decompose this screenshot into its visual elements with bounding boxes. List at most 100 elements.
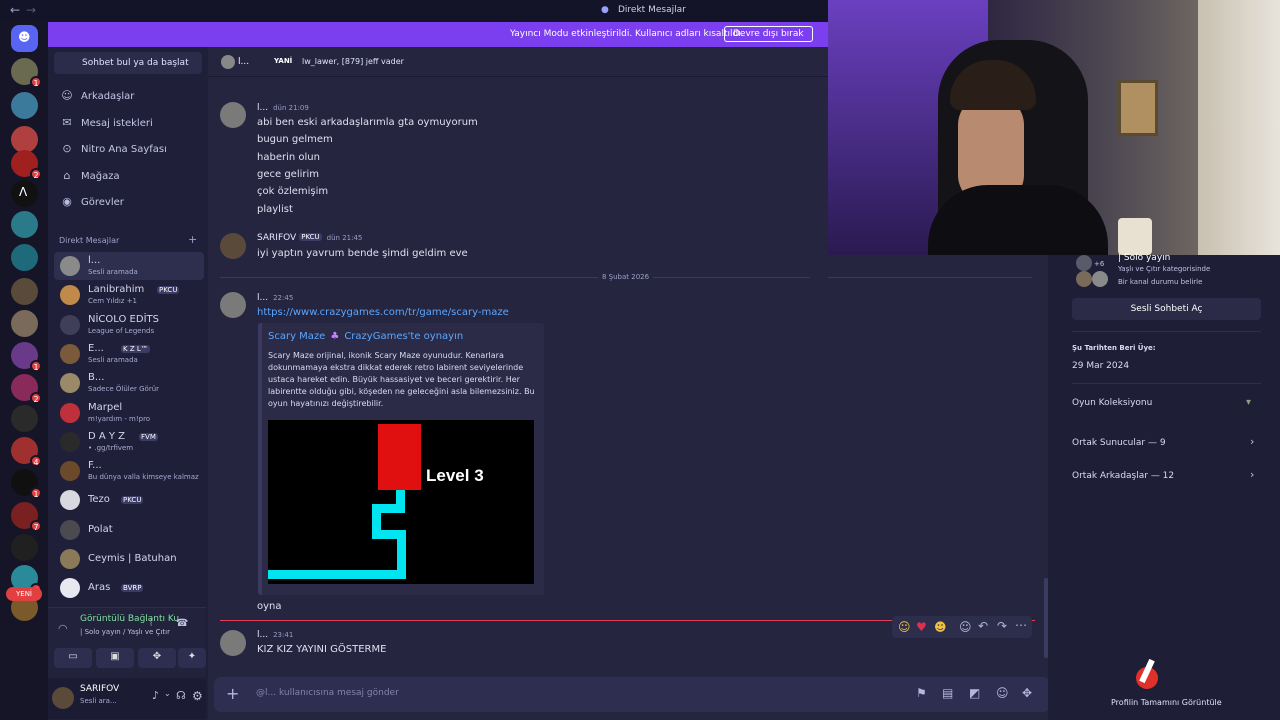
chevron-down-icon[interactable]: ⌄: [164, 689, 171, 698]
more-icon[interactable]: ⋯: [1015, 618, 1027, 632]
channel-status-note[interactable]: Bir kanal durumu belirle: [1118, 278, 1202, 286]
dm-status: m!yardım - m!pro: [88, 415, 151, 423]
home-discord-icon[interactable]: ☻: [11, 25, 38, 52]
apps-icon[interactable]: ✥: [1022, 686, 1032, 700]
composer-area: + @l... kullanıcısına mesaj gönder ⚑ ▤ ◩…: [208, 673, 1050, 720]
camera-off-icon[interactable]: ▭: [54, 648, 92, 668]
message-input[interactable]: @l... kullanıcısına mesaj gönder: [256, 688, 399, 698]
gift-icon[interactable]: ⚑: [916, 686, 927, 700]
maze-red-block: [378, 424, 421, 490]
avatar: [60, 285, 80, 305]
soundboard-icon[interactable]: ✦: [178, 648, 206, 668]
avatar[interactable]: [220, 102, 246, 128]
disconnect-icon[interactable]: ☎: [176, 618, 188, 629]
create-dm-plus-icon[interactable]: +: [188, 233, 197, 246]
game-collection[interactable]: Oyun Koleksiyonu: [1072, 398, 1152, 408]
activity-title: | Solo yayın: [1118, 253, 1171, 263]
user-panel: SARIFOV Sesli ara... ♪ ⌄ ☊ ⚙: [48, 679, 206, 719]
server-icon[interactable]: [11, 405, 38, 432]
embed-image-text: Level 3: [426, 466, 484, 485]
server-icon[interactable]: [11, 534, 38, 561]
dm-status: Cem Yıldız +1: [88, 297, 138, 305]
server-icon[interactable]: 2: [11, 374, 42, 404]
server-icon[interactable]: 7: [11, 502, 42, 532]
dm-name: F...: [88, 460, 102, 471]
gif-icon[interactable]: ▤: [942, 686, 953, 700]
voice-activity-icon[interactable]: ⦚: [150, 618, 152, 629]
dm-item[interactable]: NİCOLO EDİTS League of Legends: [54, 311, 204, 339]
emoji-icon[interactable]: ☺: [996, 686, 1009, 700]
dm-item[interactable]: Marpel m!yardım - m!pro: [54, 399, 204, 427]
smile-emoji-icon[interactable]: ☻: [934, 620, 947, 634]
open-voice-chat-button[interactable]: Sesli Sohbeti Aç: [1072, 298, 1261, 320]
reply-icon[interactable]: ↶: [978, 619, 988, 633]
mutual-friends[interactable]: Ortak Arkadaşlar — 12: [1072, 471, 1174, 481]
dm-item[interactable]: Polat: [54, 516, 204, 544]
avatar: [60, 461, 80, 481]
server-icon[interactable]: [11, 126, 38, 153]
server-icon[interactable]: [11, 310, 38, 337]
dm-name: Polat: [88, 524, 113, 535]
dm-item[interactable]: l... Sesli aramada: [54, 252, 204, 280]
nav-nitro[interactable]: ⊙ Nitro Ana Sayfası: [54, 138, 202, 162]
embed-title[interactable]: Scary Maze ♣ CrazyGames'te oynayın: [268, 331, 463, 342]
member-since-date: 29 Mar 2024: [1072, 361, 1130, 371]
nav-message-requests[interactable]: ✉ Mesaj istekleri: [54, 112, 202, 136]
dm-item[interactable]: Lanibrahim PKCU Cem Yıldız +1: [54, 281, 204, 309]
server-icon[interactable]: [11, 92, 38, 119]
view-full-profile-link[interactable]: Profilin Tamamını Görüntüle: [1111, 698, 1222, 707]
avatar[interactable]: [220, 233, 246, 259]
microphone-icon[interactable]: ♪: [152, 689, 159, 702]
server-icon[interactable]: 4: [11, 437, 42, 467]
guild-tag: K Z L™: [121, 345, 150, 353]
sticker-icon[interactable]: ◩: [969, 686, 980, 700]
avatar[interactable]: [220, 630, 246, 656]
dm-item[interactable]: F... Bu dünya valla kimseye kalmaz: [54, 457, 204, 485]
chevron-right-icon[interactable]: ›: [1250, 435, 1254, 448]
dm-search-input[interactable]: Sohbet bul ya da başlat: [54, 52, 202, 74]
nav-quests[interactable]: ◉ Görevler: [54, 191, 202, 215]
plus-count: +6: [1094, 260, 1105, 268]
activities-icon[interactable]: ✥: [138, 648, 176, 668]
avatar[interactable]: [52, 687, 74, 709]
message-link[interactable]: https://www.crazygames.com/tr/game/scary…: [257, 307, 509, 318]
back-arrow-icon[interactable]: ←: [10, 3, 20, 17]
screen-share-icon[interactable]: ▣: [96, 648, 134, 668]
nav-friends[interactable]: ☺ Arkadaşlar: [54, 85, 202, 109]
server-icon[interactable]: 1: [11, 342, 42, 372]
avatar: [60, 578, 80, 598]
new-badge[interactable]: YENİ: [6, 587, 42, 601]
server-icon[interactable]: 2: [11, 150, 42, 180]
server-icon[interactable]: 1: [11, 469, 42, 499]
add-reaction-icon[interactable]: ☺: [959, 620, 972, 634]
heart-icon[interactable]: ♥: [916, 620, 927, 634]
dm-item[interactable]: E... K Z L™ Sesli aramada: [54, 340, 204, 368]
forward-icon[interactable]: ↷: [997, 619, 1007, 633]
dm-item[interactable]: Tezo PKCU: [54, 486, 204, 514]
mutual-servers[interactable]: Ortak Sunucular — 9: [1072, 438, 1166, 448]
nav-shop[interactable]: ⌂ Mağaza: [54, 165, 202, 189]
dm-status: Sesli aramada: [88, 356, 138, 364]
embed-image[interactable]: Level 3: [268, 420, 534, 584]
message-author: SARIFOV PKCU dün 21:45: [257, 233, 363, 243]
server-icon[interactable]: Λ: [11, 180, 38, 207]
dm-item[interactable]: D A Y Z FVM • .gg/trfivem: [54, 428, 204, 456]
dm-section-header: Direkt Mesajlar: [59, 236, 120, 245]
chevron-right-icon[interactable]: ›: [1250, 468, 1254, 481]
chat-area-right: [828, 255, 1048, 673]
avatar[interactable]: [220, 292, 246, 318]
forward-arrow-icon[interactable]: →: [26, 3, 36, 17]
reaction-emoji-icon[interactable]: ☺: [898, 620, 911, 634]
attach-plus-icon[interactable]: +: [226, 684, 239, 703]
server-icon[interactable]: [11, 244, 38, 271]
server-icon[interactable]: 1: [11, 58, 42, 88]
dm-item[interactable]: Aras BVRP: [54, 574, 204, 602]
headphones-icon[interactable]: ☊: [176, 689, 186, 702]
gear-icon[interactable]: ⚙: [192, 689, 203, 703]
dm-item[interactable]: B... Sadece Ölüler Görür: [54, 369, 204, 397]
server-icon[interactable]: [11, 211, 38, 238]
user-status: Sesli ara...: [80, 697, 117, 705]
server-icon[interactable]: [11, 278, 38, 305]
dm-item[interactable]: Ceymis | Batuhan: [54, 545, 204, 573]
disable-streamer-mode-button[interactable]: Devre dışı bırak: [724, 26, 813, 42]
